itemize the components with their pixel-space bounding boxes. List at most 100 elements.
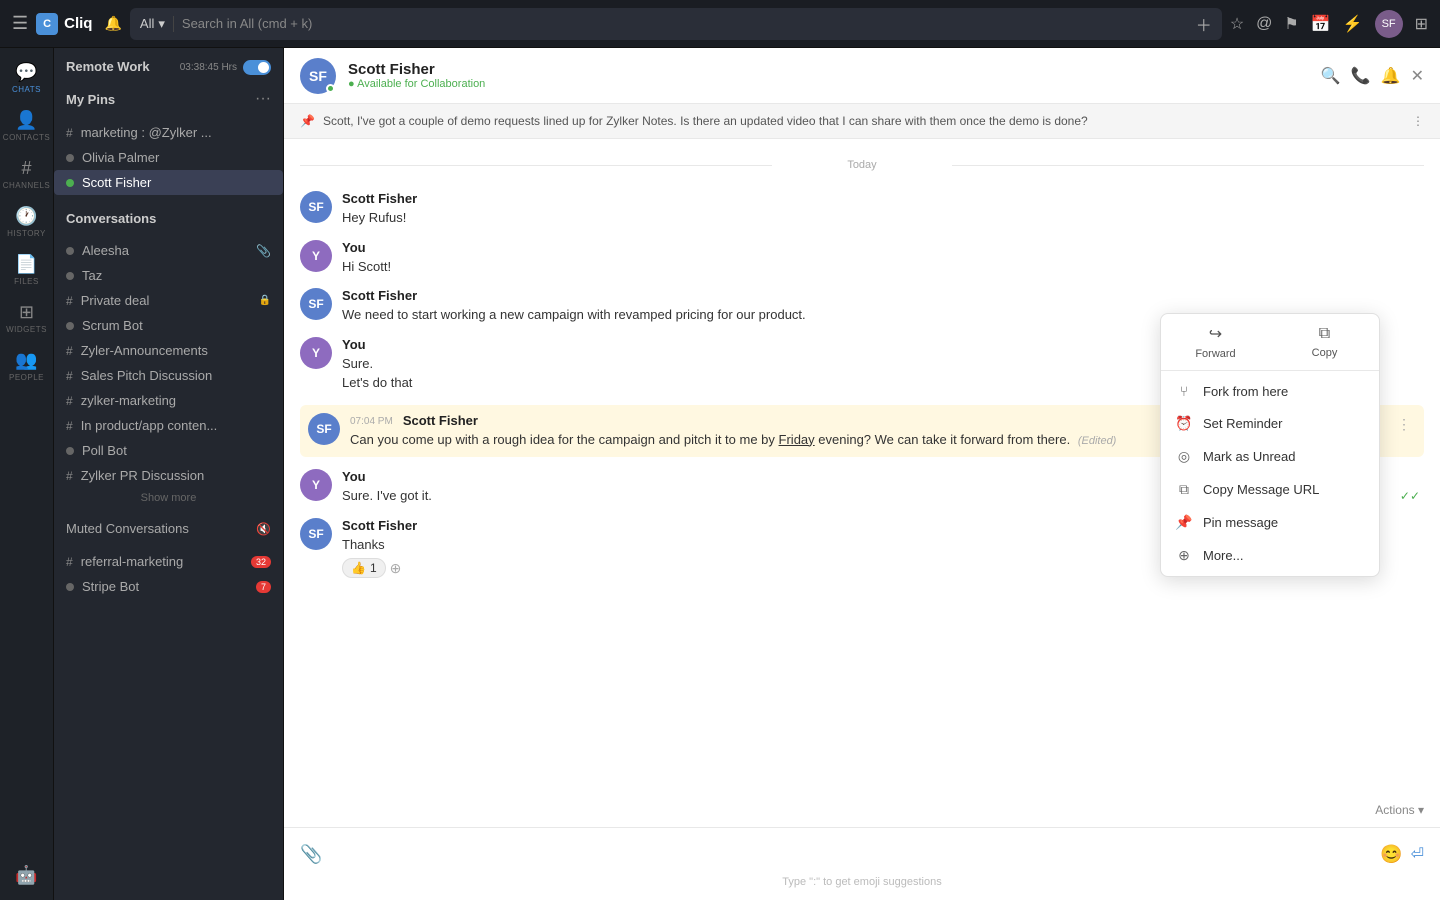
close-chat-icon[interactable]: ✕ [1411,66,1424,86]
message-row: Y You Hi Scott! [300,240,1424,277]
more-options-button[interactable]: ⋮ [1392,413,1416,437]
chats-icon: 💬 [15,62,37,83]
muted-stripe-bot-label: Stripe Bot [82,579,248,594]
attach-file-icon[interactable]: 📎 [300,844,322,865]
ctx-pin-label: Pin message [1203,515,1278,530]
notification-icon[interactable]: 🔔 [104,15,121,32]
date-divider: Today [300,159,1424,171]
conv-poll-bot-label: Poll Bot [82,443,271,458]
sidebar-item-widgets[interactable]: ⊞ WIDGETS [0,296,53,340]
at-icon[interactable]: @ [1256,15,1272,33]
panel: Remote Work 03:38:45 Hrs My Pins ··· # m… [54,48,284,900]
app-logo: C Cliq [36,13,92,35]
my-pins-title: My Pins [66,92,115,107]
conv-zyler[interactable]: # Zyler-Announcements [54,338,283,363]
conv-private-deal[interactable]: # Private deal 🔒 [54,288,283,313]
msg-avatar-scott: SF [308,413,340,445]
pin-item-scott[interactable]: Scott Fisher [54,170,283,195]
hash-icon: # [66,369,73,383]
conv-aleesha[interactable]: Aleesha 📎 [54,238,283,263]
flag-icon[interactable]: ⚑ [1284,14,1298,34]
show-more-button[interactable]: Show more [54,488,283,508]
presence-toggle[interactable] [243,60,271,75]
conv-taz[interactable]: Taz [54,263,283,288]
conv-sales[interactable]: # Sales Pitch Discussion [54,363,283,388]
main-layout: 💬 CHATS 👤 CONTACTS # CHANNELS 🕐 HISTORY … [0,48,1440,900]
reaction-add-button[interactable]: ⊕ [390,560,402,577]
conv-zylker-marketing[interactable]: # zylker-marketing [54,388,283,413]
voice-call-icon[interactable]: 📞 [1351,66,1371,86]
edited-label: (Edited) [1078,435,1117,447]
ctx-fork-from-here[interactable]: ⑂ Fork from here [1161,375,1379,407]
ctx-copy-button[interactable]: ⧉ Copy [1270,314,1379,370]
top-bar-left: ☰ C Cliq 🔔 [12,13,122,35]
sidebar-item-history[interactable]: 🕐 HISTORY [0,200,53,244]
sidebar-item-chats[interactable]: 💬 CHATS [0,56,53,100]
panel-header: Remote Work 03:38:45 Hrs [54,48,283,86]
sidebar-item-people[interactable]: 👥 PEOPLE [0,344,53,388]
actions-dropdown[interactable]: Actions ▾ [1375,803,1424,817]
reaction-thumbs-up[interactable]: 👍 1 [342,558,386,578]
ctx-set-reminder[interactable]: ⏰ Set Reminder [1161,407,1379,440]
my-pins-options-icon[interactable]: ··· [255,90,271,108]
pinned-message-text: Scott, I've got a couple of demo request… [323,114,1404,128]
calendar-icon[interactable]: 📅 [1311,14,1331,34]
read-check: ✓✓ [1400,489,1424,503]
pin-item-marketing-label: marketing : @Zylker ... [81,125,271,140]
grid-icon[interactable]: ⊞ [1415,14,1428,34]
msg-avatar-you: Y [300,469,332,501]
conv-inproduct[interactable]: # In product/app conten... [54,413,283,438]
message-input-row: 📎 😊 ⏎ [300,836,1424,872]
search-input[interactable]: Search in All (cmd + k) [182,16,1188,31]
conv-zyler-label: Zyler-Announcements [81,343,271,358]
notification-settings-icon[interactable]: 🔔 [1381,66,1401,86]
hamburger-icon[interactable]: ☰ [12,13,28,34]
ctx-mark-unread[interactable]: ◎ Mark as Unread [1161,440,1379,473]
contacts-label: CONTACTS [3,133,50,142]
sidebar-item-channels[interactable]: # CHANNELS [0,152,53,196]
conv-zylker-pr[interactable]: # Zylker PR Discussion [54,463,283,488]
ctx-copy-message-url[interactable]: ⧉ Copy Message URL [1161,473,1379,506]
history-label: HISTORY [7,229,46,238]
history-icon: 🕐 [15,206,37,227]
my-pins-section: # marketing : @Zylker ... Olivia Palmer … [54,112,283,203]
search-add-icon[interactable]: ＋ [1196,12,1212,36]
attachment-icon: 📎 [256,244,271,258]
hash-icon: # [66,469,73,483]
muted-section: # referral-marketing 32 Stripe Bot 7 [54,541,283,607]
conversations-title: Conversations [54,203,283,230]
chat-area-wrapper: SF Scott Fisher ● Available for Collabor… [284,48,1440,900]
chat-contact-status: ● Available for Collaboration [348,78,1309,90]
pinned-kebab-icon[interactable]: ⋮ [1412,114,1424,128]
my-pins-header: My Pins ··· [54,86,283,112]
message-input[interactable] [330,836,1372,872]
chat-contact-name: Scott Fisher [348,61,1309,78]
search-messages-icon[interactable]: 🔍 [1321,66,1341,86]
user-avatar[interactable]: SF [1375,10,1403,38]
context-menu-top: ↪ Forward ⧉ Copy [1161,314,1379,371]
sidebar-item-contacts[interactable]: 👤 CONTACTS [0,104,53,148]
files-label: FILES [14,277,39,286]
pin-item-olivia[interactable]: Olivia Palmer [54,145,283,170]
muted-stripe-bot[interactable]: Stripe Bot 7 [54,574,283,599]
star-icon[interactable]: ☆ [1230,14,1244,34]
conv-scrum-bot[interactable]: Scrum Bot [54,313,283,338]
workspace-timer-area: 03:38:45 Hrs [180,60,271,75]
ctx-pin-message[interactable]: 📌 Pin message [1161,506,1379,539]
muted-referral[interactable]: # referral-marketing 32 [54,549,283,574]
bolt-icon[interactable]: ⚡ [1343,14,1363,34]
msg-sender: Scott Fisher [403,413,478,428]
hash-icon: # [66,394,73,408]
ctx-forward-button[interactable]: ↪ Forward [1161,314,1270,370]
ctx-more[interactable]: ⊕ More... [1161,539,1379,572]
send-button[interactable]: ⏎ [1411,844,1424,864]
emoji-picker-icon[interactable]: 😊 [1380,844,1402,865]
conv-poll-bot[interactable]: Poll Bot [54,438,283,463]
sidebar-item-files[interactable]: 📄 FILES [0,248,53,292]
search-bar[interactable]: All ▾ Search in All (cmd + k) ＋ [130,8,1222,40]
ctx-unread-label: Mark as Unread [1203,449,1295,464]
pin-item-marketing[interactable]: # marketing : @Zylker ... [54,120,283,145]
sidebar-item-bot[interactable]: 🤖 [15,859,37,892]
pin-item-scott-label: Scott Fisher [82,175,271,190]
search-filter-dropdown[interactable]: All ▾ [140,16,174,32]
